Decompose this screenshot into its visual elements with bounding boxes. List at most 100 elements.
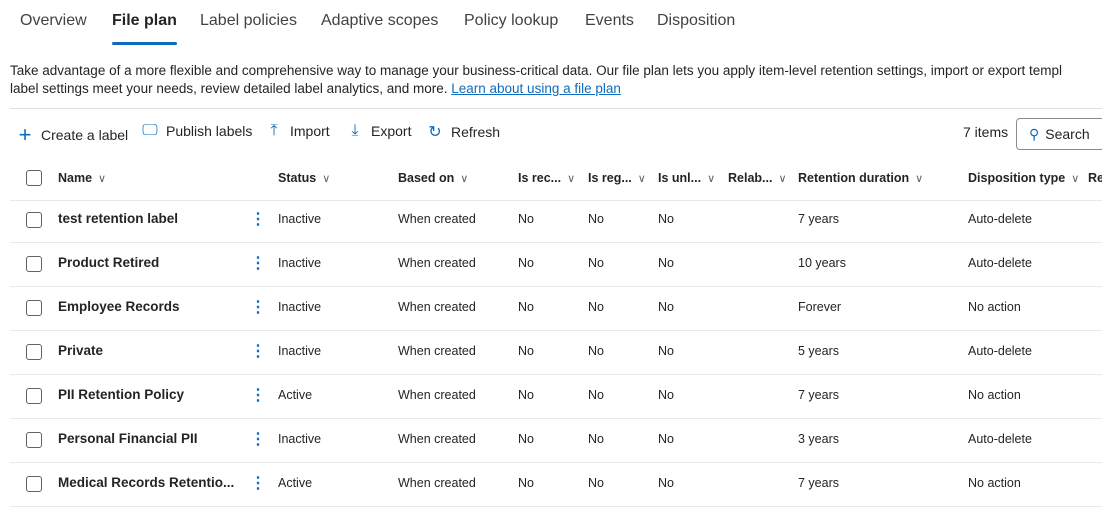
- column-header[interactable]: Status ∨: [278, 171, 330, 185]
- row-checkbox[interactable]: [26, 256, 42, 272]
- table-cell: No: [658, 212, 674, 226]
- table-cell: No: [658, 300, 674, 314]
- export: Export: [371, 123, 412, 139]
- table-cell: No: [658, 388, 674, 402]
- search-label: Search: [1045, 126, 1090, 142]
- table-cell: When created: [398, 432, 476, 446]
- table-cell: No: [588, 476, 604, 490]
- table-cell: Inactive: [278, 212, 322, 226]
- table-cell: Inactive: [278, 432, 322, 446]
- column-header[interactable]: Is unl... ∨: [658, 171, 715, 185]
- table-cell: No: [518, 476, 534, 490]
- table-cell: 10 years: [798, 256, 846, 270]
- row-checkbox[interactable]: [26, 388, 42, 404]
- publish-labels-button[interactable]: 🖵 Publish labels: [141, 122, 252, 140]
- more-options-icon[interactable]: ⋮: [250, 385, 266, 405]
- item-count: 7 items: [963, 124, 1009, 140]
- chevron-down-icon: ∨: [567, 173, 576, 185]
- column-header[interactable]: Name ∨: [58, 171, 106, 185]
- more-options-icon[interactable]: ⋮: [250, 473, 266, 493]
- table-cell: Inactive: [278, 300, 322, 314]
- more-options-icon[interactable]: ⋮: [250, 341, 266, 361]
- label-name[interactable]: Personal Financial PII: [58, 431, 198, 446]
- table-cell: No: [588, 432, 604, 446]
- tab-adaptive-scopes[interactable]: Adaptive scopes: [321, 12, 438, 30]
- table-cell: Inactive: [278, 256, 322, 270]
- column-header-label: Name: [58, 171, 93, 185]
- create-label-button[interactable]: + Create a label: [16, 122, 129, 148]
- label-name[interactable]: Product Retired: [58, 255, 159, 270]
- tab-policy-lookup[interactable]: Policy lookup: [464, 12, 558, 30]
- learn-more-link[interactable]: Learn about using a file plan: [451, 81, 621, 96]
- table-cell: No: [518, 212, 534, 226]
- label-name[interactable]: test retention label: [58, 211, 178, 226]
- column-header-label: Is rec...: [518, 171, 562, 185]
- row-checkbox[interactable]: [26, 300, 42, 316]
- column-header[interactable]: Retention duration ∨: [798, 171, 923, 185]
- column-header[interactable]: Re: [1088, 171, 1102, 185]
- column-header[interactable]: Is rec... ∨: [518, 171, 575, 185]
- tab-disposition[interactable]: Disposition: [657, 12, 735, 30]
- table-cell: Auto-delete: [968, 344, 1032, 358]
- label-name[interactable]: Medical Records Retentio...: [58, 475, 234, 490]
- search-icon: ⚲: [1029, 125, 1040, 142]
- column-header[interactable]: Disposition type ∨: [968, 171, 1079, 185]
- more-options-icon[interactable]: ⋮: [250, 297, 266, 317]
- import-button[interactable]: ⤒ Import: [265, 122, 329, 140]
- more-options-icon[interactable]: ⋮: [250, 429, 266, 449]
- row-checkbox[interactable]: [26, 344, 42, 360]
- tab-overview[interactable]: Overview: [20, 12, 87, 30]
- table-cell: No: [658, 256, 674, 270]
- row-divider: [10, 242, 1102, 243]
- refresh-button[interactable]: ↻ Refresh: [426, 122, 500, 142]
- chevron-down-icon: ∨: [915, 173, 924, 185]
- table-cell: 3 years: [798, 432, 839, 446]
- tab-file-plan[interactable]: File plan: [112, 12, 177, 45]
- export-button[interactable]: ⤓ Export: [346, 122, 411, 140]
- label-name[interactable]: Employee Records: [58, 299, 180, 314]
- table-cell: When created: [398, 212, 476, 226]
- table-cell: No action: [968, 388, 1021, 402]
- select-all-checkbox[interactable]: [26, 170, 42, 186]
- table-cell: No: [658, 344, 674, 358]
- column-header[interactable]: Based on ∨: [398, 171, 468, 185]
- row-checkbox[interactable]: [26, 476, 42, 492]
- table-cell: When created: [398, 256, 476, 270]
- publish-labels: Publish labels: [166, 123, 253, 139]
- column-header-label: Disposition type: [968, 171, 1066, 185]
- column-header[interactable]: Is reg... ∨: [588, 171, 646, 185]
- description-line-1: Take advantage of a more flexible and co…: [10, 63, 1063, 78]
- column-header-label: Is unl...: [658, 171, 702, 185]
- table-cell: No: [518, 432, 534, 446]
- label-name[interactable]: PII Retention Policy: [58, 387, 184, 402]
- table-cell: When created: [398, 344, 476, 358]
- more-options-icon[interactable]: ⋮: [250, 253, 266, 273]
- row-divider: [10, 374, 1102, 375]
- table-cell: No: [588, 212, 604, 226]
- table-cell: No: [518, 388, 534, 402]
- table-cell: When created: [398, 476, 476, 490]
- row-checkbox[interactable]: [26, 212, 42, 228]
- table-cell: Auto-delete: [968, 432, 1032, 446]
- label-name[interactable]: Private: [58, 343, 103, 358]
- arrow-down-icon: ⤓: [351, 122, 359, 139]
- table-cell: No: [588, 388, 604, 402]
- table-cell: No: [518, 344, 534, 358]
- table-cell: Active: [278, 388, 313, 402]
- more-options-icon[interactable]: ⋮: [250, 209, 266, 229]
- search-box[interactable]: ⚲ Search: [1016, 118, 1102, 150]
- table-cell: No: [588, 344, 604, 358]
- tab-events[interactable]: Events: [585, 12, 634, 30]
- tab-label-policies[interactable]: Label policies: [200, 12, 297, 30]
- refresh-icon: ↻: [428, 124, 442, 141]
- table-cell: 7 years: [798, 388, 839, 402]
- row-divider: [10, 200, 1102, 201]
- row-checkbox[interactable]: [26, 432, 42, 448]
- table-cell: Forever: [798, 300, 842, 314]
- column-header[interactable]: Relab... ∨: [728, 171, 787, 185]
- chevron-down-icon: ∨: [778, 173, 787, 185]
- table-cell: 7 years: [798, 476, 839, 490]
- row-divider: [10, 462, 1102, 463]
- row-divider: [10, 418, 1102, 419]
- table-cell: Auto-delete: [968, 212, 1032, 226]
